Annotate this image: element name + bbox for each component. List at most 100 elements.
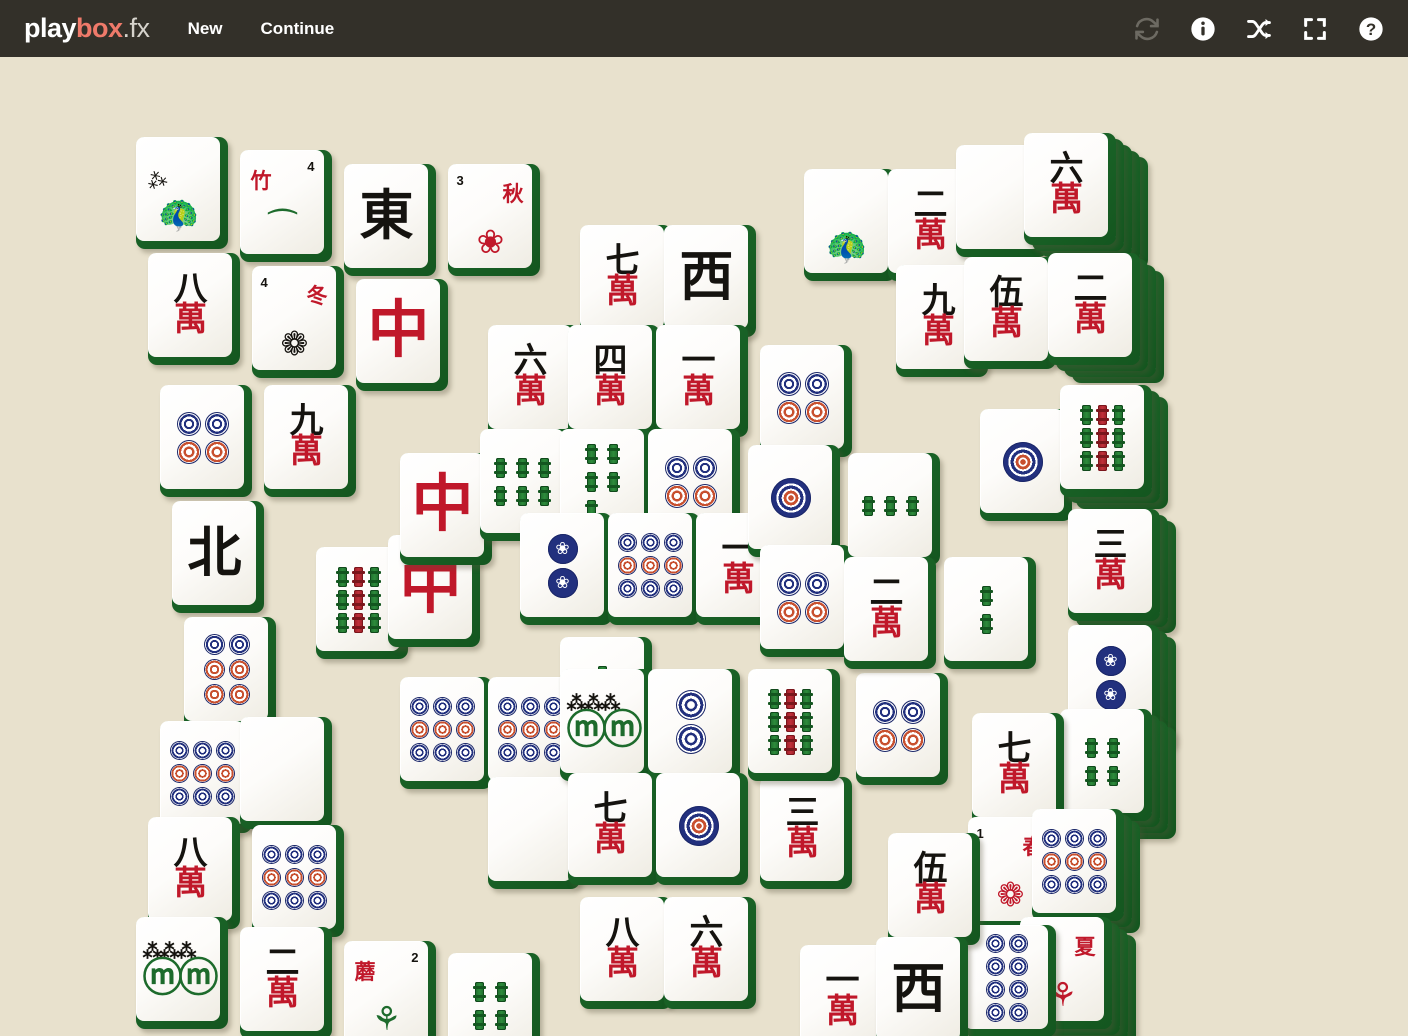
- bamboo-stick: [980, 613, 993, 634]
- tile-8-characters[interactable]: 八萬: [580, 897, 672, 1009]
- tile-face: [252, 825, 336, 929]
- tile-3-characters[interactable]: 三萬: [1068, 509, 1160, 621]
- tile-4-bamboo[interactable]: [448, 953, 540, 1036]
- tile-glyph-wan: 萬: [914, 218, 947, 255]
- app-logo[interactable]: playbox.fx: [24, 13, 150, 44]
- tile-glyph-wan: 萬: [594, 374, 627, 411]
- dot-symbol: [1088, 875, 1107, 894]
- bamboo-stick: [800, 688, 813, 709]
- dot-symbol: [1002, 441, 1043, 482]
- tile-west-wind[interactable]: 西: [876, 937, 968, 1036]
- tile-north-wind[interactable]: 北: [172, 501, 264, 613]
- tile-9-bamboo[interactable]: [1060, 385, 1152, 497]
- game-board[interactable]: ⁂ 🦚 4 竹 ⁀ 東 3 秋 ❀ 八萬 4 冬 ❁ 中九萬北八萬 ⁂⁂⁂ ⓜⓜ 二萬 2 蘑 ⚘ 中中七萬西六萬四萬一…: [0, 57, 1408, 1036]
- tile-flower-art: 2 蘑 ⚘: [345, 942, 428, 1036]
- tile-2-dots[interactable]: [648, 669, 740, 781]
- tile-face: 七萬: [580, 225, 664, 329]
- tile-dots-group: [1002, 441, 1043, 482]
- dot-symbol: [618, 556, 637, 575]
- dot-symbol: [1065, 852, 1084, 871]
- tile-face: 北: [172, 501, 256, 605]
- tile-9-dots[interactable]: [608, 513, 700, 625]
- tile-red-dragon[interactable]: 中: [356, 279, 448, 391]
- tile-bamboo-group: [1080, 404, 1125, 471]
- fullscreen-icon[interactable]: [1300, 14, 1330, 44]
- nav-continue[interactable]: Continue: [261, 19, 335, 39]
- tile-red-dragon[interactable]: 中: [400, 453, 492, 565]
- tile-3-bamboo[interactable]: [848, 453, 940, 565]
- tile-9-bamboo[interactable]: [748, 669, 840, 781]
- tile-4-dots[interactable]: [160, 385, 252, 497]
- tile-2-dots[interactable]: [520, 513, 612, 625]
- tile-west-wind[interactable]: 西: [664, 225, 756, 337]
- tile-1-bamboo[interactable]: ⁂⁂⁂ ⓜⓜ: [560, 669, 652, 781]
- tile-8-characters[interactable]: 八萬: [148, 817, 240, 929]
- tile-2-characters[interactable]: 二萬: [844, 557, 936, 669]
- flower-illustration: ❁: [280, 325, 309, 362]
- tile-1-bamboo[interactable]: ⁂⁂⁂ ⓜⓜ: [136, 917, 228, 1029]
- svg-text:?: ?: [1366, 20, 1376, 39]
- tile-1-dots[interactable]: [656, 773, 748, 885]
- tile-4-characters[interactable]: 四萬: [568, 325, 660, 437]
- tile-2-characters[interactable]: 二萬: [240, 927, 332, 1036]
- tile-6-characters[interactable]: 六萬: [664, 897, 756, 1009]
- dot-symbol: [216, 741, 235, 760]
- dot-symbol: [228, 684, 250, 705]
- tile-7-characters[interactable]: 七萬: [568, 773, 660, 885]
- info-icon[interactable]: [1188, 14, 1218, 44]
- tile-flower-bird[interactable]: ⁂ 🦚: [136, 137, 228, 249]
- dot-symbol: [872, 699, 897, 724]
- tile-1-characters[interactable]: 一萬: [656, 325, 748, 437]
- tile-glyph-wan: 萬: [606, 274, 639, 311]
- tile-5-characters[interactable]: 伍萬: [888, 833, 980, 945]
- dot-symbol: [456, 697, 475, 716]
- tile-face: 二萬: [844, 557, 928, 661]
- tile-9-dots[interactable]: [252, 825, 344, 937]
- tile-9-characters[interactable]: 九萬: [264, 385, 356, 497]
- tile-1-dots[interactable]: [980, 409, 1072, 521]
- nav-new[interactable]: New: [188, 19, 223, 39]
- dot-symbol: [1065, 829, 1084, 848]
- tile-face: [1060, 385, 1144, 489]
- tile-6-characters[interactable]: 六萬: [1024, 133, 1116, 245]
- tile-4-dots[interactable]: [760, 345, 852, 457]
- shuffle-icon[interactable]: [1244, 14, 1274, 44]
- help-icon[interactable]: ?: [1356, 14, 1386, 44]
- tile-3-characters[interactable]: 三萬: [760, 777, 852, 889]
- tile-8-characters[interactable]: 八萬: [148, 253, 240, 365]
- tile-east-wind[interactable]: 東: [344, 164, 436, 276]
- restart-icon[interactable]: [1132, 14, 1162, 44]
- tile-flower-orchid[interactable]: 2 蘑 ⚘: [344, 941, 436, 1036]
- tile-7-characters[interactable]: 七萬: [580, 225, 672, 337]
- tile-9-dots[interactable]: [1032, 809, 1124, 921]
- tile-bamboo-group: [862, 495, 919, 516]
- tile-face: [1060, 709, 1144, 813]
- tile-9-dots[interactable]: [400, 677, 492, 789]
- tile-season-bamboo[interactable]: 4 竹 ⁀: [240, 150, 332, 262]
- tile-facedown[interactable]: [240, 717, 332, 829]
- tile-2-characters[interactable]: 二萬: [1048, 253, 1140, 365]
- tile-flower-bird[interactable]: 🦚: [804, 169, 896, 281]
- tile-4-dots[interactable]: [760, 545, 852, 657]
- tile-facedown[interactable]: [488, 777, 580, 889]
- tile-dots-group: [170, 741, 235, 806]
- tile-5-characters[interactable]: 伍萬: [964, 257, 1056, 369]
- tile-dots-group: [1042, 829, 1107, 894]
- dot-symbol: [170, 787, 189, 806]
- tile-2-bamboo[interactable]: [944, 557, 1036, 669]
- tile-4-bamboo[interactable]: [1060, 709, 1152, 821]
- tile-season-autumn[interactable]: 3 秋 ❀: [448, 164, 540, 276]
- tile-1-dots[interactable]: [748, 445, 840, 557]
- dot-symbol: [1095, 645, 1126, 676]
- tile-4-dots[interactable]: [856, 673, 948, 785]
- tile-6-characters[interactable]: 六萬: [488, 325, 580, 437]
- tile-6-dots[interactable]: [184, 617, 276, 729]
- flower-sprig: ⁂: [143, 167, 170, 195]
- dot-symbol: [410, 697, 429, 716]
- tile-face: 二萬: [1048, 253, 1132, 357]
- tile-glyph-wind: 東: [359, 185, 414, 246]
- tile-season-winter[interactable]: 4 冬 ❁: [252, 266, 344, 378]
- bamboo-stick: [516, 485, 529, 506]
- tile-face: 六萬: [664, 897, 748, 1001]
- tile-dots-group: [776, 371, 829, 424]
